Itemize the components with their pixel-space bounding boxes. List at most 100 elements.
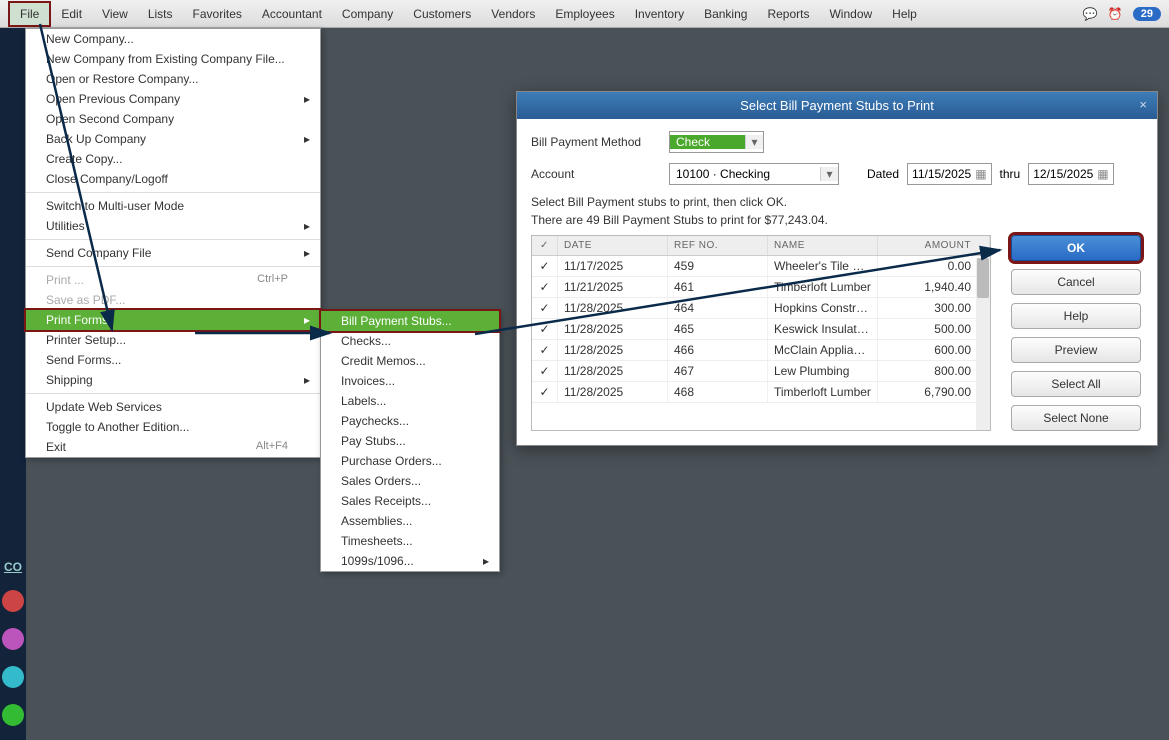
menu-customers[interactable]: Customers [403,3,481,25]
table-row[interactable]: ✓ 11/17/2025 459 Wheeler's Tile Etc. 0.0… [532,256,990,277]
help-button[interactable]: Help [1011,303,1141,329]
submenu-item[interactable]: Sales Orders... [321,471,499,491]
submenu-item[interactable]: Paychecks... [321,411,499,431]
row-check[interactable]: ✓ [532,382,558,402]
file-menu-item[interactable]: ExitAlt+F4 [26,437,320,457]
col-ref[interactable]: REF NO. [668,236,768,255]
file-menu-item[interactable]: Back Up Company▸ [26,129,320,149]
menu-window[interactable]: Window [819,3,882,25]
date-to-input[interactable]: 12/15/2025 ▦ [1028,163,1113,185]
date-from-input[interactable]: 11/15/2025 ▦ [907,163,992,185]
file-menu-item[interactable]: New Company from Existing Company File..… [26,49,320,69]
file-menu-item[interactable]: New Company... [26,29,320,49]
dock-icon-2[interactable] [2,628,24,650]
submenu-item[interactable]: Timesheets... [321,531,499,551]
menu-edit[interactable]: Edit [51,3,92,25]
submenu-item[interactable]: Purchase Orders... [321,451,499,471]
dock-co[interactable]: CO [4,556,22,578]
ok-button[interactable]: OK [1011,235,1141,261]
dock-icon-4[interactable] [2,704,24,726]
menu-file[interactable]: File [8,1,51,27]
calendar-icon[interactable]: ▦ [975,167,986,181]
col-check[interactable]: ✓ [532,236,558,255]
file-menu-item[interactable]: Utilities▸ [26,216,320,236]
preview-button[interactable]: Preview [1011,337,1141,363]
menu-vendors[interactable]: Vendors [481,3,545,25]
close-icon[interactable]: × [1139,97,1147,112]
submenu-item[interactable]: 1099s/1096...▸ [321,551,499,571]
submenu-item[interactable]: Bill Payment Stubs... [321,311,499,331]
select-all-button[interactable]: Select All [1011,371,1141,397]
row-check[interactable]: ✓ [532,277,558,297]
file-menu-item[interactable]: Send Company File▸ [26,243,320,263]
file-menu-item[interactable]: Create Copy... [26,149,320,169]
file-menu-item[interactable]: Switch to Multi-user Mode [26,196,320,216]
menu-reports[interactable]: Reports [757,3,819,25]
row-date: 11/28/2025 [558,319,668,339]
file-menu-item[interactable]: Printer Setup... [26,330,320,350]
submenu-item[interactable]: Invoices... [321,371,499,391]
print-forms-submenu: Bill Payment Stubs...Checks...Credit Mem… [320,310,500,572]
row-check[interactable]: ✓ [532,340,558,360]
file-menu-item[interactable]: Open or Restore Company... [26,69,320,89]
file-menu-item[interactable]: Print Forms▸ [26,310,320,330]
table-row[interactable]: ✓ 11/28/2025 466 McClain Applianc... 600… [532,340,990,361]
menu-view[interactable]: View [92,3,138,25]
menubar: File Edit View Lists Favorites Accountan… [0,0,1169,28]
reminder-badge[interactable]: 29 [1133,7,1161,21]
account-combo[interactable]: 10100 · Checking ▾ [669,163,839,185]
col-amount[interactable]: AMOUNT [878,236,990,255]
row-check[interactable]: ✓ [532,319,558,339]
file-menu-item[interactable]: Send Forms... [26,350,320,370]
table-row[interactable]: ✓ 11/28/2025 468 Timberloft Lumber 6,790… [532,382,990,403]
col-name[interactable]: NAME [768,236,878,255]
menu-company[interactable]: Company [332,3,403,25]
calendar-icon[interactable]: ▦ [1097,167,1108,181]
row-name: McClain Applianc... [768,340,878,360]
file-menu-item[interactable]: Update Web Services [26,397,320,417]
menu-banking[interactable]: Banking [694,3,757,25]
row-check[interactable]: ✓ [532,256,558,276]
row-check[interactable]: ✓ [532,361,558,381]
cancel-button[interactable]: Cancel [1011,269,1141,295]
col-date[interactable]: DATE [558,236,668,255]
row-check[interactable]: ✓ [532,298,558,318]
submenu-item[interactable]: Checks... [321,331,499,351]
menu-employees[interactable]: Employees [545,3,624,25]
menu-lists[interactable]: Lists [138,3,183,25]
file-menu-item[interactable]: Shipping▸ [26,370,320,390]
instruction-2: There are 49 Bill Payment Stubs to print… [531,213,1143,227]
clock-icon[interactable]: ⏰ [1108,7,1123,21]
chat-icon[interactable]: 💬 [1083,7,1098,21]
dock-icon-3[interactable] [2,666,24,688]
scroll-thumb[interactable] [977,258,989,298]
file-menu-item[interactable]: Toggle to Another Edition... [26,417,320,437]
menu-inventory[interactable]: Inventory [625,3,694,25]
menu-accountant[interactable]: Accountant [252,3,332,25]
file-menu-item[interactable]: Open Second Company [26,109,320,129]
submenu-item[interactable]: Assemblies... [321,511,499,531]
submenu-item[interactable]: Credit Memos... [321,351,499,371]
file-menu-item[interactable]: Close Company/Logoff [26,169,320,189]
table-row[interactable]: ✓ 11/28/2025 465 Keswick Insulation 500.… [532,319,990,340]
submenu-item[interactable]: Labels... [321,391,499,411]
row-ref: 468 [668,382,768,402]
row-name: Hopkins Constru... [768,298,878,318]
payment-method-combo[interactable]: Check ▾ [669,131,764,153]
chevron-down-icon[interactable]: ▾ [745,135,763,149]
row-ref: 465 [668,319,768,339]
table-row[interactable]: ✓ 11/28/2025 467 Lew Plumbing 800.00 [532,361,990,382]
row-amount: 300.00 [878,298,990,318]
table-row[interactable]: ✓ 11/21/2025 461 Timberloft Lumber 1,940… [532,277,990,298]
table-row[interactable]: ✓ 11/28/2025 464 Hopkins Constru... 300.… [532,298,990,319]
file-menu-item[interactable]: Open Previous Company▸ [26,89,320,109]
submenu-item[interactable]: Pay Stubs... [321,431,499,451]
scrollbar[interactable] [976,258,990,430]
left-dock: CO [0,28,26,740]
select-none-button[interactable]: Select None [1011,405,1141,431]
chevron-down-icon[interactable]: ▾ [820,167,838,181]
submenu-item[interactable]: Sales Receipts... [321,491,499,511]
dock-icon-1[interactable] [2,590,24,612]
menu-help[interactable]: Help [882,3,927,25]
menu-favorites[interactable]: Favorites [183,3,252,25]
